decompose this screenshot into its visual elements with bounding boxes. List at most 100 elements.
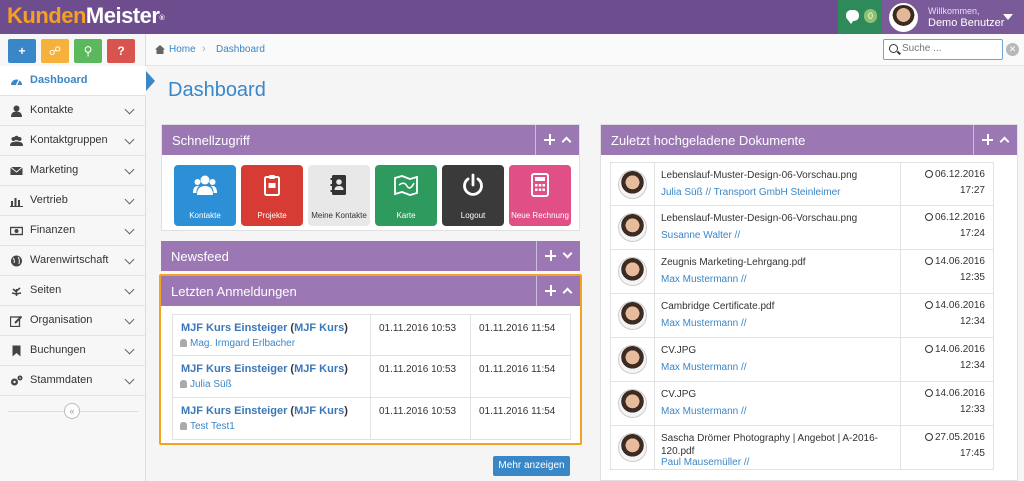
list-item: CV.JPG Max Mustermann // 14.06.2016 12:33 <box>610 382 994 426</box>
highlight-frame <box>159 274 582 445</box>
avatar-cell <box>611 206 655 249</box>
tile-projekte[interactable]: Projekte <box>241 165 303 226</box>
clear-search-button[interactable]: ✕ <box>1006 43 1019 56</box>
upload-date: 14.06.2016 <box>924 256 985 267</box>
clipboard-icon <box>264 175 280 196</box>
chevron-down-icon <box>124 344 135 355</box>
breadcrumb-current-link[interactable]: Dashboard <box>216 44 265 55</box>
document-cell: CV.JPG Max Mustermann // <box>655 338 901 381</box>
bar-chart-icon <box>10 198 23 207</box>
avatar-cell <box>611 163 655 206</box>
sidebar-item-vertrieb[interactable]: Vertrieb <box>0 186 146 216</box>
panel-title: Zuletzt hochgeladene Dokumente <box>611 133 806 148</box>
breadcrumb-separator: › <box>202 43 206 55</box>
chevron-down-icon <box>124 164 135 175</box>
quick-chat-button[interactable]: ☍ <box>41 39 69 63</box>
chevron-down-icon <box>124 374 135 385</box>
recent-documents-panel: Zuletzt hochgeladene Dokumente Lebenslau… <box>600 124 1018 481</box>
chevron-down-icon <box>124 194 135 205</box>
sidebar-item-stammdaten[interactable]: Stammdaten <box>0 366 146 396</box>
chevron-down-icon <box>124 224 135 235</box>
sidebar-item-label: Dashboard <box>30 74 88 86</box>
envelope-icon <box>10 166 23 175</box>
uploader-link[interactable]: Max Mustermann // <box>661 274 747 285</box>
sidebar-item-kontaktgruppen[interactable]: Kontaktgruppen <box>0 126 146 156</box>
sidebar-item-kontakte[interactable]: Kontakte <box>0 96 146 126</box>
quick-access-panel: Schnellzugriff Kontakte Projekte Meine K… <box>161 124 580 231</box>
document-cell: Cambridge Certificate.pdf Max Mustermann … <box>655 294 901 337</box>
document-name[interactable]: CV.JPG <box>661 388 897 401</box>
clock-icon <box>924 389 933 397</box>
sidebar-item-seiten[interactable]: Seiten <box>0 276 146 306</box>
top-bar: KundenMeister® 0 Willkommen, Demo Benutz… <box>0 0 1024 34</box>
home-icon <box>155 45 165 54</box>
message-count-badge: 0 <box>864 9 877 23</box>
sidebar-item-label: Seiten <box>30 284 62 296</box>
uploader-link[interactable]: Max Mustermann // <box>661 406 747 417</box>
caret-down-icon <box>1003 14 1013 20</box>
chevron-down-icon[interactable] <box>562 248 573 259</box>
list-item: Lebenslauf-Muster-Design-06-Vorschau.png… <box>610 162 994 206</box>
move-icon[interactable] <box>982 134 993 145</box>
sidebar-item-dashboard[interactable]: Dashboard <box>0 66 155 96</box>
document-name[interactable]: Lebenslauf-Muster-Design-06-Vorschau.png <box>661 212 897 225</box>
list-item: CV.JPG Max Mustermann // 14.06.2016 12:34 <box>610 338 994 382</box>
clock-icon <box>924 170 933 178</box>
chevron-up-icon[interactable] <box>999 136 1010 147</box>
user-menu[interactable]: Willkommen, Demo Benutzer <box>882 0 1024 34</box>
clock-icon <box>924 433 933 441</box>
document-name[interactable]: CV.JPG <box>661 344 897 357</box>
globe-icon <box>11 255 22 267</box>
sidebar-item-organisation[interactable]: Organisation <box>0 306 146 336</box>
document-name[interactable]: Zeugnis Marketing-Lehrgang.pdf <box>661 256 897 269</box>
messages-button[interactable]: 0 <box>838 0 882 34</box>
document-name[interactable]: Sascha Drömer Photography | Angebot | A-… <box>661 432 897 458</box>
avatar <box>618 433 647 462</box>
sidebar-item-warenwirtschaft[interactable]: Warenwirtschaft <box>0 246 146 276</box>
move-icon[interactable] <box>544 134 555 145</box>
tile-kontakte[interactable]: Kontakte <box>174 165 236 226</box>
avatar <box>618 213 647 242</box>
tile-meine-kontakte[interactable]: Meine Kontakte <box>308 165 370 226</box>
document-name[interactable]: Cambridge Certificate.pdf <box>661 300 897 313</box>
move-icon[interactable] <box>545 250 556 261</box>
quick-help-button[interactable]: ? <box>107 39 135 63</box>
users-icon <box>10 135 23 146</box>
tile-label: Neue Rechnung <box>511 211 569 220</box>
search-input[interactable] <box>902 43 998 54</box>
quick-add-button[interactable]: + <box>8 39 36 63</box>
sidebar-item-buchungen[interactable]: Buchungen <box>0 336 146 366</box>
document-cell: Zeugnis Marketing-Lehrgang.pdf Max Muster… <box>655 250 901 293</box>
search-box[interactable] <box>883 39 1003 60</box>
sidebar-item-marketing[interactable]: Marketing <box>0 156 146 186</box>
sidebar-item-label: Organisation <box>30 314 93 326</box>
sidebar-item-label: Vertrieb <box>30 194 68 206</box>
chevron-down-icon <box>124 104 135 115</box>
tile-label: Projekte <box>257 211 287 220</box>
sidebar-item-finanzen[interactable]: Finanzen <box>0 216 146 246</box>
tile-karte[interactable]: Karte <box>375 165 437 226</box>
upload-date: 14.06.2016 <box>924 300 985 311</box>
money-icon <box>10 226 23 236</box>
upload-date: 14.06.2016 <box>924 388 985 399</box>
uploader-link[interactable]: Max Mustermann // <box>661 318 747 329</box>
document-name[interactable]: Lebenslauf-Muster-Design-06-Vorschau.png <box>661 169 897 182</box>
collapse-sidebar-button[interactable]: « <box>64 403 80 419</box>
uploader-link[interactable]: Julia Süß // Transport GmbH Steinleimer <box>661 187 841 198</box>
tile-neue-rechnung[interactable]: Neue Rechnung <box>509 165 571 226</box>
uploader-link[interactable]: Paul Mausemüller // <box>661 457 749 468</box>
breadcrumb-home-link[interactable]: Home <box>169 44 196 55</box>
tile-logout[interactable]: Logout <box>442 165 504 226</box>
app-logo[interactable]: KundenMeister® <box>7 3 165 29</box>
document-cell: Lebenslauf-Muster-Design-06-Vorschau.png… <box>655 163 901 206</box>
uploader-link[interactable]: Susanne Walter // <box>661 230 740 241</box>
chevron-up-icon[interactable] <box>561 136 572 147</box>
uploader-link[interactable]: Max Mustermann // <box>661 362 747 373</box>
leaf-icon <box>11 287 22 296</box>
avatar <box>618 257 647 286</box>
quick-search-button[interactable]: ⚲ <box>74 39 102 63</box>
avatar <box>618 170 647 199</box>
map-icon <box>394 175 418 196</box>
panel-tools <box>535 125 579 155</box>
show-more-button[interactable]: Mehr anzeigen <box>493 456 570 476</box>
